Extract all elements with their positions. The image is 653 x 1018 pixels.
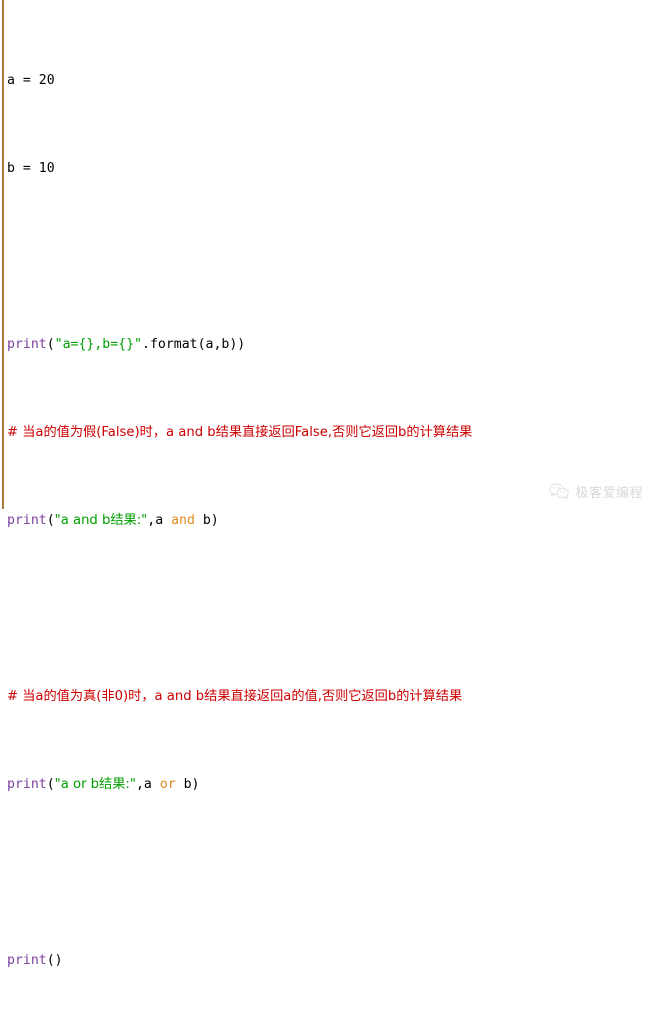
arg-prefix: ,a [135, 777, 160, 793]
wechat-icon [549, 483, 570, 500]
print-keyword: print [7, 513, 47, 529]
code-content[interactable]: a = 20 b = 10 print("a={},b={}".format(a… [7, 2, 653, 1018]
code-line-3-blank [7, 248, 653, 266]
arg-suffix: b) [194, 513, 219, 529]
code-line-5-comment: # 当a的值为假(False)时，a and b结果直接返回False,否则它返… [7, 424, 653, 442]
arg-prefix: ,a [147, 513, 172, 529]
code-line-2: b = 10 [7, 160, 653, 178]
code-line-10-blank [7, 864, 653, 882]
print-keyword: print [7, 953, 47, 969]
empty-parens-close: ) [54, 953, 63, 969]
print-keyword: print [7, 337, 47, 353]
empty-parens: ( [46, 953, 55, 969]
format-call: .format(a,b)) [142, 337, 246, 353]
code-line-8-comment: # 当a的值为真(非0)时，a and b结果直接返回a的值,否则它返回b的计算… [7, 688, 653, 706]
open-paren: ( [46, 513, 55, 529]
code-line-11: print() [7, 952, 653, 970]
assignment-a: a [7, 73, 15, 89]
open-paren: ( [46, 337, 55, 353]
code-line-7-blank [7, 600, 653, 618]
code-line-9: print("a or b结果:",a or b) [7, 776, 653, 794]
or-operator: or [159, 777, 176, 793]
value-b: 10 [38, 161, 55, 177]
editor-left-rule [2, 0, 4, 509]
and-label-string: "a and b结果:" [54, 513, 148, 529]
comment-text: # 当a的值为假(False)时，a and b结果直接返回False,否则它返… [7, 425, 473, 441]
or-label-string: "a or b结果:" [54, 777, 136, 793]
code-line-4: print("a={},b={}".format(a,b)) [7, 336, 653, 354]
code-line-1: a = 20 [7, 72, 653, 90]
operator-equals: = [14, 73, 39, 89]
open-paren: ( [46, 777, 55, 793]
comment-text: # 当a的值为真(非0)时，a and b结果直接返回a的值,否则它返回b的计算… [7, 689, 463, 705]
arg-suffix: b) [175, 777, 200, 793]
code-line-6: print("a and b结果:",a and b) [7, 512, 653, 530]
format-string: "a={},b={}" [54, 337, 142, 353]
code-editor[interactable]: a = 20 b = 10 print("a={},b={}".format(a… [0, 0, 653, 968]
and-operator: and [171, 513, 195, 529]
watermark: 极客爱编程 [549, 482, 643, 501]
operator-equals: = [14, 161, 39, 177]
value-a: 20 [38, 73, 55, 89]
assignment-b: b [7, 161, 15, 177]
print-keyword: print [7, 777, 47, 793]
watermark-text: 极客爱编程 [575, 486, 643, 501]
